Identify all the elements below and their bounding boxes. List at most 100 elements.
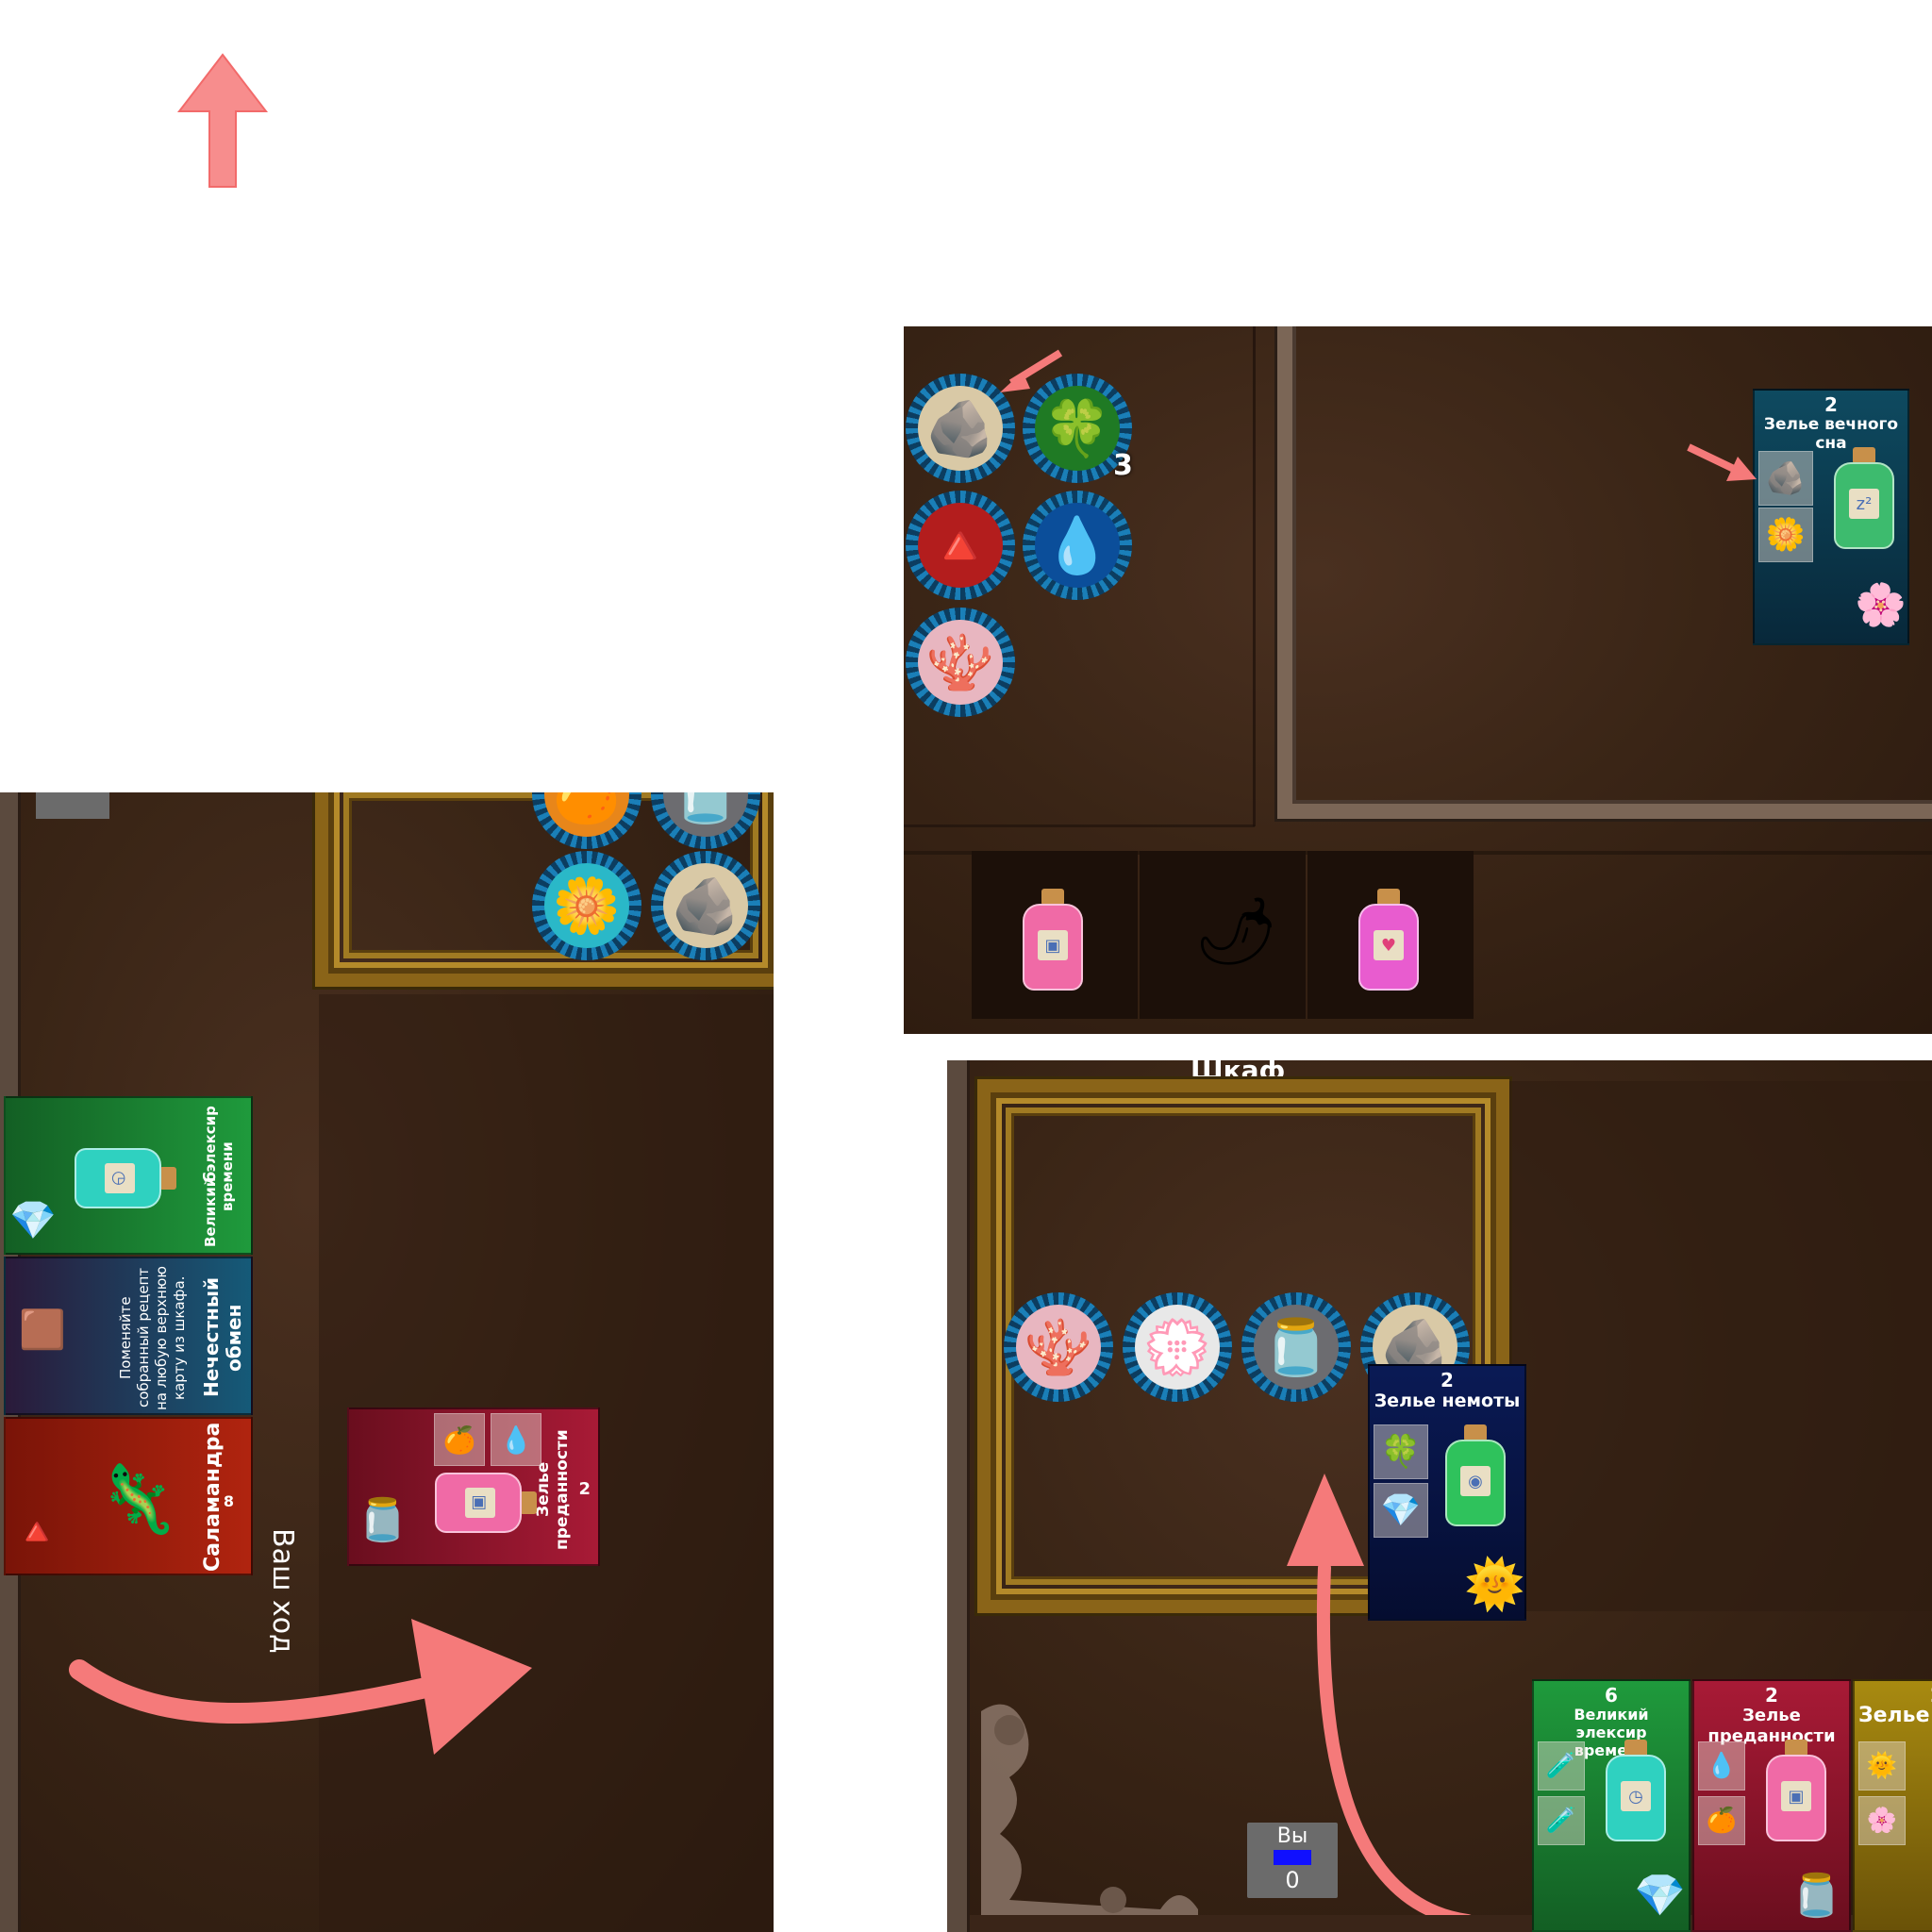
water-drop-token[interactable]: 💧 bbox=[1023, 491, 1132, 600]
card-number: 8 bbox=[223, 1492, 234, 1510]
hint-curved-right-arrow bbox=[69, 1619, 532, 1755]
tutorial-up-arrow bbox=[176, 53, 269, 188]
card-number: 2 bbox=[578, 1479, 591, 1499]
bottom-left-panel: 🍊 🫙 🌼 🪨 6 Великий элексир времени ◷ 💎 Не… bbox=[0, 792, 774, 1932]
pink-potion: ▣ bbox=[1019, 889, 1087, 992]
clover-icon: 🍀 bbox=[1042, 396, 1112, 460]
coral-token[interactable]: 🪸 bbox=[906, 608, 1015, 717]
green-potion-bottle: z² bbox=[1830, 447, 1898, 551]
pansy-slot: 🌸 bbox=[1858, 1796, 1906, 1845]
shelf-slot-1[interactable]: ▣ bbox=[972, 851, 1138, 1019]
top-right-panel: 🪨 🍀 3 🔺 💧 🪸 2 Зелье вечного сна 🪨 🌼 z² 🌸 bbox=[904, 326, 1932, 1034]
pansy-icon: 🌸 bbox=[1855, 581, 1907, 629]
clock-icon: ◷ bbox=[109, 1171, 130, 1186]
card-number: 2 bbox=[1824, 393, 1838, 416]
orange-icon: 🍊 bbox=[1706, 1807, 1738, 1835]
teal-potion-bottle: ◷ bbox=[73, 1144, 176, 1212]
card-number: 2 bbox=[1441, 1369, 1454, 1391]
player-score-box: Вы 0 bbox=[1247, 1823, 1338, 1898]
card-title: Саламандра bbox=[201, 1422, 225, 1572]
white-flowers-icon: 💮 bbox=[1142, 1315, 1212, 1379]
stone-icon: 🪨 bbox=[1765, 459, 1807, 497]
small-potion-icon: 🧪 bbox=[1545, 1807, 1577, 1835]
crystal-icon: 💎 bbox=[1634, 1872, 1686, 1920]
hand-card-devotion[interactable]: 2 Зелье преданности 💧 🍊 ▣ 🫙 bbox=[1692, 1679, 1851, 1932]
water-drop-icon: 💧 bbox=[1042, 513, 1112, 577]
teal-flower-token[interactable]: 🌼 bbox=[532, 851, 641, 960]
green-pepper-icon: 🌶 bbox=[1194, 892, 1278, 970]
hint-arrow-card bbox=[1687, 443, 1757, 481]
jar-icon: 🫙 bbox=[1790, 1872, 1842, 1920]
corner-box bbox=[36, 792, 109, 819]
water-drop-icon: 💧 bbox=[499, 1424, 533, 1456]
card-number: 2 bbox=[1765, 1684, 1778, 1707]
red-powder-icon: 🔺 bbox=[13, 1510, 60, 1554]
orange-icon: 🍊 bbox=[442, 1424, 476, 1456]
hand-card-unfair-exchange[interactable]: Нечестный обмен Поменяйте собранный реце… bbox=[4, 1257, 253, 1415]
pink-potion-bottle: ▣ bbox=[1762, 1740, 1830, 1843]
salt-jar-icon: 🫙 bbox=[671, 792, 741, 826]
stone-icon: 🪨 bbox=[671, 874, 741, 938]
teal-flower-slot: 🌼 bbox=[1758, 508, 1813, 562]
small-potion-icon: 🧪 bbox=[1545, 1752, 1577, 1780]
hand-card-potion[interactable]: 2 Зелье 🌞 🌸 bbox=[1853, 1679, 1932, 1932]
card-title: Нечестный обмен bbox=[200, 1277, 245, 1398]
sleep-zz-icon: z² bbox=[1856, 493, 1873, 514]
water-drop-icon: 💧 bbox=[1706, 1752, 1738, 1780]
card-number: 6 bbox=[1605, 1684, 1618, 1707]
coral-token[interactable]: 🪸 bbox=[1004, 1292, 1113, 1402]
red-powder-token[interactable]: 🔺 bbox=[906, 491, 1015, 600]
water-slot: 💧 bbox=[491, 1413, 541, 1466]
hand-card-salamander[interactable]: 8 Саламандра 🦎 🔺 bbox=[4, 1417, 253, 1575]
chip-icon: ▣ bbox=[1788, 1786, 1805, 1807]
teal-flower-icon: 🌼 bbox=[552, 874, 622, 938]
player-score: 0 bbox=[1285, 1867, 1300, 1893]
hand-card-great-elixir[interactable]: 6 Великий элексир времени 🧪 🧪 ◷ 💎 bbox=[1532, 1679, 1690, 1932]
ornament-corner bbox=[972, 1674, 1208, 1932]
card-title: Зелье немоты bbox=[1374, 1391, 1521, 1411]
teal-flower-icon: 🌼 bbox=[1765, 516, 1807, 554]
orange-slot: 🍊 bbox=[434, 1413, 485, 1466]
white-flowers-token[interactable]: 💮 bbox=[1123, 1292, 1232, 1402]
water-slot: 💧 bbox=[1698, 1741, 1745, 1790]
player-color-marker bbox=[1274, 1850, 1311, 1865]
orange-slot: 🍊 bbox=[1698, 1796, 1745, 1845]
card-devotion-rotated[interactable]: 2 Зелье преданности 🍊 💧 ▣ 🫙 bbox=[347, 1407, 600, 1566]
coral-icon: 🪸 bbox=[925, 630, 995, 694]
pink-potion-bottle: ▣ bbox=[433, 1469, 537, 1537]
crystal-icon: 💎 bbox=[9, 1199, 57, 1242]
stone-token[interactable]: 🪨 bbox=[651, 851, 760, 960]
clover-count: 3 bbox=[1113, 449, 1133, 482]
teal-potion-bottle: ◷ bbox=[1602, 1740, 1670, 1843]
hint-arrow-stone bbox=[1000, 349, 1063, 392]
stone-slot: 🪨 bbox=[1758, 451, 1813, 506]
pink-potion-icon: ▣ bbox=[1044, 935, 1061, 956]
player-label: Вы bbox=[1276, 1824, 1308, 1848]
pansy-icon: 🌸 bbox=[1866, 1807, 1898, 1835]
sun-slot: 🌞 bbox=[1858, 1741, 1906, 1790]
card-text: Поменяйте собранный рецепт на любую верх… bbox=[117, 1265, 188, 1410]
heart-potion: ♥ bbox=[1355, 889, 1423, 992]
chip-icon: ▣ bbox=[470, 1494, 491, 1511]
stone-icon: 🪨 bbox=[925, 396, 995, 460]
card-eternal-sleep[interactable]: 2 Зелье вечного сна 🪨 🌼 z² 🌸 bbox=[1753, 389, 1909, 645]
red-powder-icon: 🔺 bbox=[925, 513, 995, 577]
salamander-icon: 🦎 bbox=[96, 1460, 179, 1538]
sand-icon: 🟫 bbox=[19, 1308, 66, 1352]
potion-slot-1: 🧪 bbox=[1538, 1741, 1585, 1790]
card-number: 2 bbox=[1855, 1681, 1932, 1706]
orange-icon: 🍊 bbox=[552, 792, 622, 826]
hand-card-great-elixir-rotated[interactable]: 6 Великий элексир времени ◷ 💎 bbox=[4, 1096, 253, 1255]
coral-icon: 🪸 bbox=[1024, 1315, 1093, 1379]
shelf-slot-2[interactable]: 🌶 bbox=[1140, 851, 1306, 1019]
salt-jar-token[interactable]: 🫙 bbox=[1241, 1292, 1351, 1402]
card-title: Зелье bbox=[1858, 1704, 1930, 1727]
bottom-right-panel: Шкаф 🪸 💮 🫙 🪨 2 Зелье немоты 🍀 💎 ◉ 🌞 Вы 0… bbox=[947, 1060, 1932, 1932]
shelf-slot-3[interactable]: ♥ bbox=[1307, 851, 1474, 1019]
sun-icon: 🌞 bbox=[1866, 1752, 1898, 1780]
jar-icon: 🫙 bbox=[357, 1496, 408, 1544]
heart-potion-icon: ♥ bbox=[1380, 935, 1397, 956]
potion-slot-2: 🧪 bbox=[1538, 1796, 1585, 1845]
clock-icon: ◷ bbox=[1628, 1786, 1643, 1807]
card-title: Великий элексир времени bbox=[202, 1106, 236, 1247]
